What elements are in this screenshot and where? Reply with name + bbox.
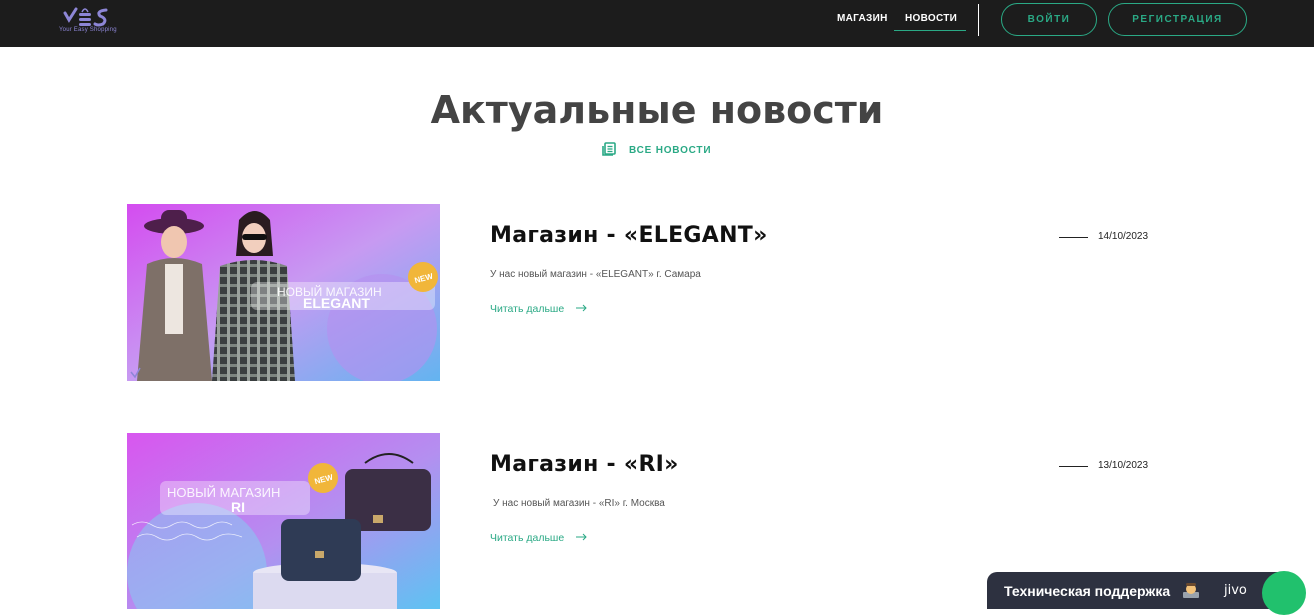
news-date: 14/10/2023 [1098,231,1149,242]
image-banner-line2: ELEGANT [303,295,370,311]
all-news-link[interactable]: ВСЕ НОВОСТИ [602,142,711,159]
news-date: 13/10/2023 [1098,460,1149,471]
news-description: У нас новый магазин - «RI» г. Москва [493,498,665,509]
logo-tagline: Your Easy Shopping [59,27,117,33]
news-image-ri[interactable]: НОВЫЙ МАГАЗИН RI NEW [127,433,440,609]
support-chat-widget[interactable]: Техническая поддержка jivo [987,572,1288,609]
nav-divider [978,4,979,36]
login-button[interactable]: ВОЙТИ [1001,3,1097,36]
read-more-link[interactable]: Читать дальше [490,303,588,315]
chat-status-indicator[interactable] [1262,571,1306,615]
news-description: У нас новый магазин - «ELEGANT» г. Самар… [490,269,701,280]
nav-news-link[interactable]: НОВОСТИ [905,13,957,24]
nav-active-underline [894,30,966,31]
nav-shop-link[interactable]: МАГАЗИН [837,13,888,24]
newspaper-icon [602,142,616,159]
news-title[interactable]: Магазин - «RI» [490,452,679,477]
image-banner-line2: RI [231,499,245,515]
date-dash [1059,237,1088,238]
news-title[interactable]: Магазин - «ELEGANT» [490,223,768,248]
date-dash [1059,466,1088,467]
top-navbar: Your Easy Shopping МАГАЗИН НОВОСТИ ВОЙТИ… [0,0,1314,47]
news-image-elegant[interactable]: НОВЫЙ МАГАЗИН ELEGANT NEW [127,204,440,381]
page-title: Актуальные новости [430,88,884,132]
all-news-label: ВСЕ НОВОСТИ [629,145,712,156]
image-banner-line1: НОВЫЙ МАГАЗИН [167,485,280,500]
read-more-label: Читать дальше [490,532,565,544]
arrow-right-icon [576,532,588,544]
read-more-label: Читать дальше [490,303,565,315]
technician-emoji-icon [1183,583,1199,598]
arrow-right-icon [576,303,588,315]
jivo-logo: jivo [1224,583,1247,598]
register-button[interactable]: РЕГИСТРАЦИЯ [1108,3,1247,36]
chat-label: Техническая поддержка [1004,583,1171,599]
read-more-link[interactable]: Читать дальше [490,532,588,544]
